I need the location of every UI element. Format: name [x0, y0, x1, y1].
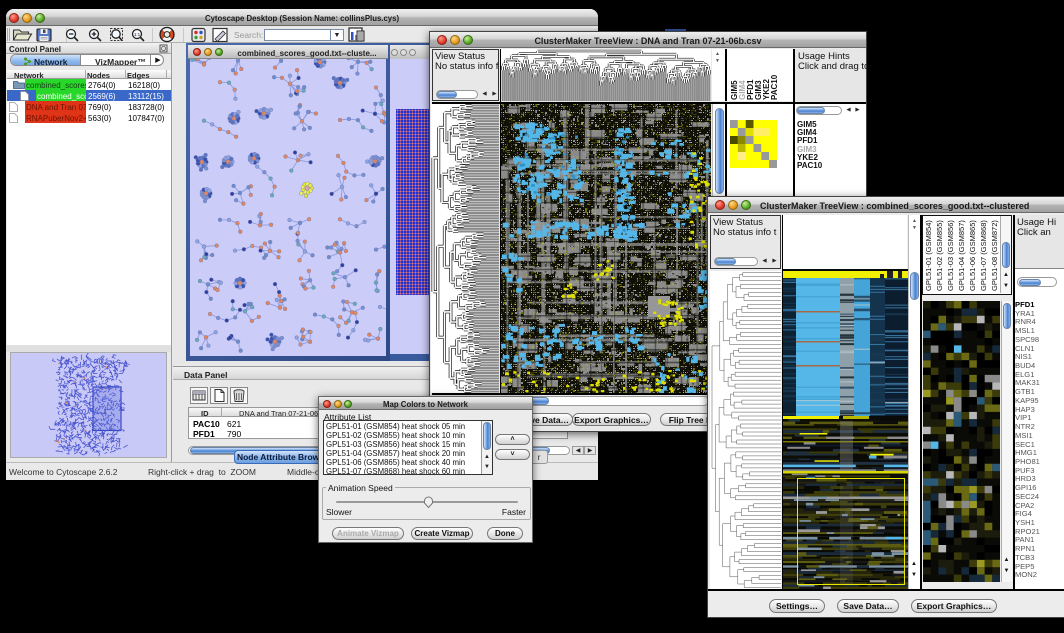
svg-text:1:1: 1:1 [134, 32, 141, 37]
